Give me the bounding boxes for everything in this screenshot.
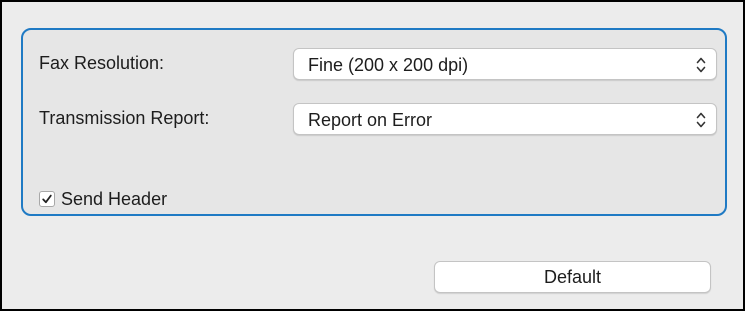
checkmark-icon xyxy=(42,194,52,204)
fax-resolution-label: Fax Resolution: xyxy=(39,53,165,73)
send-header-checkbox[interactable] xyxy=(39,191,55,207)
default-button[interactable]: Default xyxy=(434,261,711,293)
transmission-report-label: Transmission Report: xyxy=(39,108,210,128)
updown-chevron-icon xyxy=(696,57,706,73)
updown-chevron-icon xyxy=(696,112,706,128)
fax-options-panel: Fax Resolution: Fine (200 x 200 dpi) Tra… xyxy=(21,28,727,216)
fax-settings-window: Fax Resolution: Fine (200 x 200 dpi) Tra… xyxy=(0,0,745,311)
fax-resolution-popup[interactable]: Fine (200 x 200 dpi) xyxy=(293,48,717,80)
send-header-label: Send Header xyxy=(61,189,168,209)
fax-resolution-value: Fine (200 x 200 dpi) xyxy=(308,55,469,75)
transmission-report-popup[interactable]: Report on Error xyxy=(293,103,717,135)
transmission-report-value: Report on Error xyxy=(308,110,433,130)
